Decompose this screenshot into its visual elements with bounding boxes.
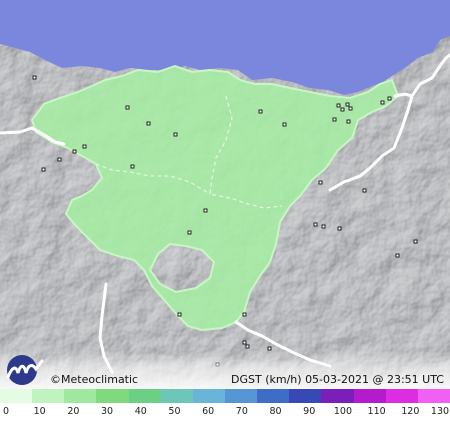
scale-swatch: [160, 389, 193, 403]
scale-tick-label: 110: [367, 406, 386, 417]
scale-tick-label: 80: [269, 406, 282, 417]
scale-swatch: [128, 389, 161, 403]
scale-tick-label: 120: [401, 406, 420, 417]
scale-tick-label: 60: [202, 406, 215, 417]
color-scale-labels: 0 10 20 30 40 50 60 70 80 90 100 110 120 130: [0, 403, 450, 424]
scale-tick-label: 40: [134, 406, 147, 417]
scale-tick-label: 20: [67, 406, 80, 417]
scale-swatch: [353, 389, 386, 403]
scale-swatch: [385, 389, 418, 403]
scale-tick-label: 100: [333, 406, 352, 417]
scale-swatch: [64, 389, 97, 403]
scale-swatch: [0, 389, 33, 403]
scale-swatch: [32, 389, 65, 403]
scale-tick-label: 30: [101, 406, 114, 417]
unit-label: (km/h): [265, 373, 302, 386]
scale-swatch: [96, 389, 129, 403]
timestamp-label: 05-03-2021 @ 23:51 UTC: [305, 373, 444, 386]
scale-tick-label: 50: [168, 406, 181, 417]
scale-tick-label: 10: [33, 406, 46, 417]
scale-tick-label: 130: [430, 406, 450, 417]
variable-label: DGST: [231, 373, 262, 386]
scale-swatch: [417, 389, 450, 403]
color-scale-bar: [0, 389, 450, 403]
scale-swatch: [257, 389, 290, 403]
scale-tick-label: 0: [2, 406, 10, 417]
map-info: DGST (km/h) 05-03-2021 @ 23:51 UTC: [231, 373, 444, 386]
meteoclimatic-logo-icon: [6, 355, 44, 385]
map-frame: ©Meteoclimatic DGST (km/h) 05-03-2021 @ …: [0, 0, 450, 424]
scale-swatch: [321, 389, 354, 403]
scale-tick-label: 70: [235, 406, 248, 417]
scale-swatch: [289, 389, 322, 403]
scale-swatch: [192, 389, 225, 403]
scale-tick-label: 90: [303, 406, 316, 417]
credit-label: ©Meteoclimatic: [50, 373, 139, 386]
scale-swatch: [224, 389, 258, 403]
